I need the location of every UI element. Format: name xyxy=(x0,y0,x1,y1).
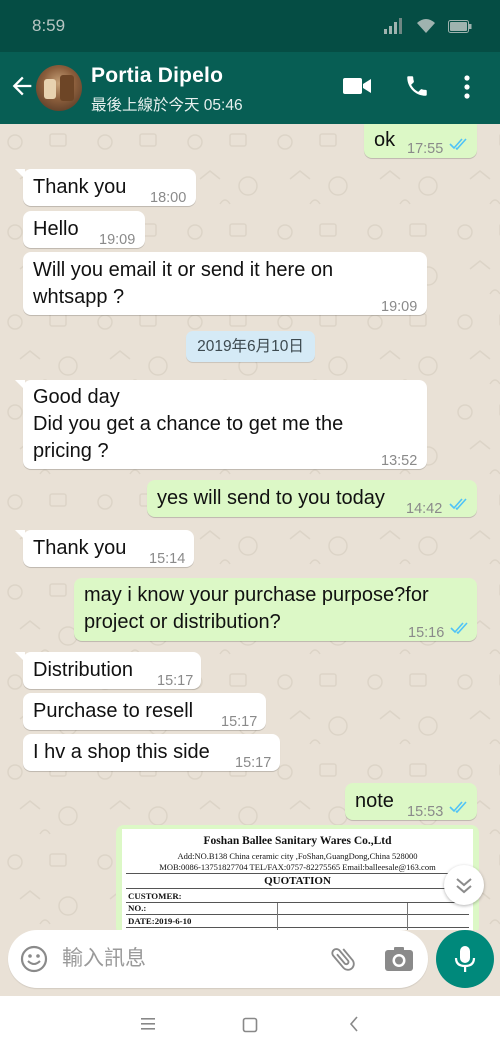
date-divider: 2019年6月10日 xyxy=(186,331,315,362)
message-time: 15:53 xyxy=(407,804,444,820)
scroll-down-button[interactable] xyxy=(444,865,484,905)
message-outgoing[interactable]: note 15:53 xyxy=(345,783,477,820)
message-text: pricing ? xyxy=(33,440,109,462)
read-ticks-icon xyxy=(449,138,467,150)
signal-icon xyxy=(384,18,402,34)
message-text: yes will send to you today xyxy=(157,487,385,509)
attach-icon[interactable] xyxy=(328,944,358,974)
composer-bar xyxy=(8,930,428,988)
emoji-icon[interactable] xyxy=(20,945,48,973)
message-outgoing[interactable]: may i know your purchase purpose?for pro… xyxy=(74,578,477,641)
message-text: Thank you xyxy=(33,537,127,559)
system-nav-bar xyxy=(0,996,500,1055)
doc-address: Add:NO.B138 China ceramic city ,FoShan,G… xyxy=(177,851,418,861)
message-text: Will you email it or send it here on xyxy=(33,259,334,281)
chat-header: Portia Dipelo 最後上線於今天 05:46 xyxy=(0,52,500,124)
message-time: 14:42 xyxy=(406,501,443,517)
image-message[interactable]: Foshan Ballee Sanitary Wares Co.,Ltd Add… xyxy=(116,825,479,930)
message-text: Hello xyxy=(33,218,79,240)
message-incoming[interactable]: Thank you 18:00 xyxy=(15,169,196,206)
doc-contact: MOB:0086-13751827704 TEL/FAX:0757-822755… xyxy=(159,862,436,872)
message-text: Did you get a chance to get me the xyxy=(33,413,344,435)
doc-date-label: DATE:2019-6-10 xyxy=(128,916,192,926)
message-incoming[interactable]: I hv a shop this side 15:17 xyxy=(23,734,280,771)
message-time: 13:52 xyxy=(381,453,418,469)
quotation-document-image[interactable]: Foshan Ballee Sanitary Wares Co.,Ltd Add… xyxy=(122,829,473,930)
message-outgoing[interactable]: yes will send to you today 14:42 xyxy=(147,480,477,517)
wifi-icon xyxy=(417,19,435,33)
contact-name[interactable]: Portia Dipelo xyxy=(91,64,223,88)
doc-heading: QUOTATION xyxy=(264,875,331,887)
message-text: Distribution xyxy=(33,659,134,681)
read-ticks-icon xyxy=(449,498,467,510)
message-time: 15:16 xyxy=(408,625,445,641)
more-options-icon[interactable] xyxy=(463,74,471,100)
mic-button[interactable] xyxy=(436,930,494,988)
avatar[interactable] xyxy=(36,65,82,111)
message-time: 15:17 xyxy=(157,673,194,689)
message-text: whtsapp ? xyxy=(33,286,125,308)
message-time: 19:09 xyxy=(99,232,136,248)
message-time: 19:09 xyxy=(381,299,418,315)
message-incoming[interactable]: Good day Did you get a chance to get me … xyxy=(15,380,427,469)
read-ticks-icon xyxy=(450,622,468,634)
battery-icon xyxy=(448,19,472,33)
message-incoming[interactable]: Purchase to resell 15:17 xyxy=(23,693,266,730)
camera-icon[interactable] xyxy=(384,945,414,973)
back-arrow-icon[interactable] xyxy=(8,72,36,100)
video-call-icon[interactable] xyxy=(343,76,371,96)
message-text: may i know your purchase purpose?for xyxy=(84,584,429,606)
read-ticks-icon xyxy=(449,801,467,813)
message-time: 18:00 xyxy=(150,190,187,206)
message-text: I hv a shop this side xyxy=(33,741,210,763)
message-outgoing[interactable]: ok 17:55 xyxy=(364,124,477,158)
status-bar: 8:59 xyxy=(0,0,500,52)
doc-no-label: NO.: xyxy=(128,903,147,913)
message-incoming[interactable]: Will you email it or send it here on wht… xyxy=(23,252,427,315)
message-text: ok xyxy=(374,129,396,151)
message-input[interactable] xyxy=(62,946,312,972)
message-incoming[interactable]: Thank you 15:14 xyxy=(15,530,194,567)
message-incoming[interactable]: Distribution 15:17 xyxy=(15,652,201,689)
nav-home-icon[interactable] xyxy=(242,1017,258,1033)
status-time: 8:59 xyxy=(32,16,66,35)
message-text: project or distribution? xyxy=(84,611,281,633)
message-text: Thank you xyxy=(33,176,127,198)
scroll-down-icon xyxy=(456,878,472,894)
nav-menu-icon[interactable] xyxy=(140,1017,156,1031)
message-time: 15:14 xyxy=(149,551,186,567)
mic-icon xyxy=(454,946,476,972)
phone-icon[interactable] xyxy=(404,73,430,99)
last-seen-status: 最後上線於今天 05:46 xyxy=(91,97,243,114)
chat-area[interactable]: ok 17:55 Thank you 18:00 Hello 19:09 Wil… xyxy=(0,124,500,930)
message-time: 15:17 xyxy=(221,714,258,730)
message-incoming[interactable]: Hello 19:09 xyxy=(23,211,145,248)
doc-company: Foshan Ballee Sanitary Wares Co.,Ltd xyxy=(203,835,392,847)
nav-back-icon[interactable] xyxy=(348,1016,360,1032)
message-text: Good day xyxy=(33,386,120,408)
message-time: 15:17 xyxy=(235,755,272,771)
message-text: note xyxy=(355,790,394,812)
message-time: 17:55 xyxy=(407,141,444,157)
doc-customer-label: CUSTOMER: xyxy=(128,891,182,901)
message-text: Purchase to resell xyxy=(33,700,194,722)
